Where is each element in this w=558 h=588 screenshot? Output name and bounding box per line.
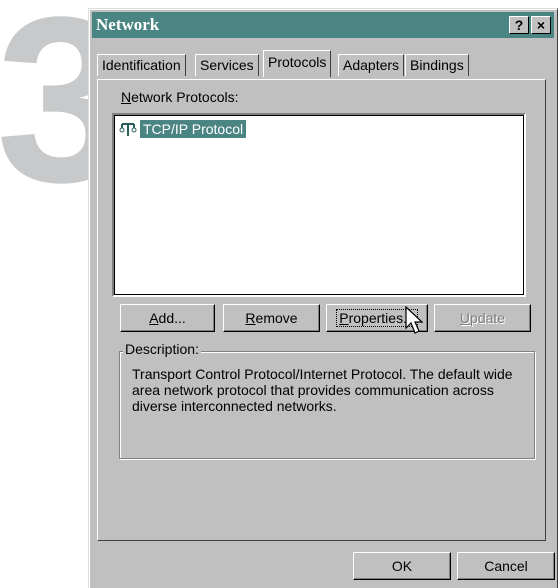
list-item-tcpip[interactable]: TCP/IP Protocol — [118, 119, 247, 139]
add-button[interactable]: Add... — [120, 304, 215, 332]
remove-button[interactable]: Remove — [223, 304, 320, 332]
cancel-button[interactable]: Cancel — [457, 552, 555, 580]
description-text: Transport Control Protocol/Internet Prot… — [132, 366, 513, 414]
tab-bindings[interactable]: Bindings — [405, 54, 469, 76]
mouse-pointer-icon — [405, 306, 424, 334]
tab-adapters[interactable]: Adapters — [338, 54, 405, 76]
window-title: Network — [96, 15, 160, 34]
network-dialog: Network ? × Identification Services Prot… — [88, 8, 558, 588]
network-protocol-icon — [119, 123, 137, 136]
tab-services[interactable]: Services — [195, 54, 259, 76]
network-protocols-label: Network Protocols: — [121, 89, 239, 105]
tab-protocols[interactable]: Protocols — [263, 50, 332, 77]
list-item-label: TCP/IP Protocol — [140, 120, 247, 138]
close-button[interactable]: × — [531, 16, 551, 34]
tab-identification[interactable]: Identification — [97, 54, 186, 76]
description-label: Description: — [123, 341, 201, 357]
help-button[interactable]: ? — [509, 16, 529, 34]
title-bar[interactable]: Network ? × — [92, 12, 554, 38]
update-button[interactable]: Update — [434, 304, 531, 332]
protocols-list[interactable]: TCP/IP Protocol — [112, 113, 526, 297]
ok-button[interactable]: OK — [353, 552, 451, 580]
